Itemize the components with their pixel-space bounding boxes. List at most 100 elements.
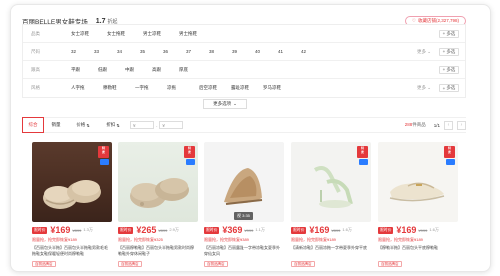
product-grid: 特卖 限时价 ¥169 ¥899 1.3万 限量抢，抢完即恢复¥189 【百丽包… <box>32 141 458 268</box>
shop-tag[interactable]: 百丽品牌店 <box>378 261 402 267</box>
sort-tab-price[interactable]: 价格 ⇅ <box>68 117 98 133</box>
filter-option[interactable]: 高跟 <box>152 67 179 73</box>
chevron-down-icon: ⌄ <box>427 85 431 90</box>
filter-option[interactable]: 低跟 <box>98 67 125 73</box>
sales-count: 1.3万 <box>83 227 93 232</box>
filter-row-style: 风格 人字拖 穆勒鞋 一字拖 凉拖 后空凉鞋 露趾凉鞋 罗马凉鞋 更多 ⌄ + 多… <box>23 79 465 97</box>
more-label: 更多 <box>416 48 426 54</box>
sort-tab-sales[interactable]: 销量 <box>44 117 68 133</box>
promo-badge: 特卖 <box>184 146 195 158</box>
filter-option[interactable]: 男士拖鞋 <box>179 31 215 37</box>
filter-row-size: 尺码 32 33 34 35 36 37 38 39 40 41 42 更多 ⌄… <box>23 43 465 61</box>
promo-text: 限量抢，抢完即恢复¥189 <box>32 237 77 242</box>
filter-option[interactable]: 42 <box>301 49 324 54</box>
shop-tag[interactable]: 百丽品牌店 <box>32 261 56 267</box>
filter-panel: 品类 女士凉鞋 女士拖鞋 男士凉鞋 男士拖鞋 + 多选 尺码 32 33 34 3… <box>22 24 466 98</box>
filter-option[interactable]: 男士凉鞋 <box>143 31 179 37</box>
product-image[interactable]: 特卖 <box>378 142 458 222</box>
price-row: 限时价 ¥169 ¥899 1.6万 <box>291 225 352 235</box>
sort-tab-default[interactable]: 综合 <box>22 117 44 133</box>
filter-option[interactable]: 32 <box>71 49 94 54</box>
shop-tag[interactable]: 百丽品牌店 <box>118 261 142 267</box>
product-image[interactable]: 视 3:35 <box>204 142 284 222</box>
next-page-button[interactable]: › <box>457 120 466 130</box>
result-count-suffix: 件商品 <box>412 122 426 127</box>
filter-option[interactable]: 39 <box>232 49 255 54</box>
filter-option[interactable]: 女士拖鞋 <box>107 31 143 37</box>
product-title[interactable]: 【清新凉鞋】百丽凉拖一字带夏季外穿平底 <box>291 245 369 258</box>
filter-option[interactable]: 41 <box>278 49 301 54</box>
product-card[interactable]: 视 3:35 限时价 ¥369 ¥999 1.1万 限量抢，抢完即恢复¥389 … <box>204 141 284 268</box>
sort-tab-discount-label: 折扣 <box>106 122 116 127</box>
multi-select-button[interactable]: + 多选 <box>439 29 459 38</box>
product-card[interactable]: 特卖 限时价 ¥169 ¥899 1.3万 限量抢，抢完即恢复¥189 【百丽包… <box>32 141 112 268</box>
original-price: ¥899 <box>331 227 341 233</box>
product-title[interactable]: 【百丽包头半拖】百丽包头半拖鞋男款毛毛拖鞋女鞋保暖轻便时尚穆勒鞋 <box>32 245 110 258</box>
product-card[interactable]: 特卖 限时价 ¥169 ¥999 1.6万 限量抢，抢完即恢复¥189 【穆勒半… <box>378 141 458 268</box>
plus-icon: + <box>442 49 446 54</box>
video-badge[interactable]: 视 3:35 <box>234 212 253 220</box>
filter-option[interactable]: 36 <box>163 49 186 54</box>
product-card[interactable]: 特卖 限时价 ¥265 ¥899 2.9万 限量抢，抢完即恢复¥325 【百丽穆… <box>118 141 198 268</box>
filter-option[interactable]: 37 <box>186 49 209 54</box>
multi-select-label: 多选 <box>446 30 456 36</box>
product-card[interactable]: 特卖 限时价 ¥169 ¥899 1.6万 限量抢，抢完即恢复¥189 【清新凉… <box>291 141 371 268</box>
price-tag: 限时价 <box>32 226 48 234</box>
filter-option[interactable]: 凉拖 <box>167 85 199 91</box>
filter-option[interactable]: 平跟 <box>71 67 98 73</box>
filter-option[interactable]: 34 <box>117 49 140 54</box>
filter-row-category: 品类 女士凉鞋 女士拖鞋 男士凉鞋 男士拖鞋 + 多选 <box>23 25 465 43</box>
price-row: 限时价 ¥369 ¥999 1.1万 <box>204 225 265 235</box>
price-tag: 限时价 <box>291 226 307 234</box>
product-image[interactable]: 特卖 <box>118 142 198 222</box>
sort-arrows-icon: ⇅ <box>86 122 90 128</box>
shop-tag[interactable]: 百丽品牌店 <box>291 261 315 267</box>
filter-option[interactable]: 罗马凉鞋 <box>263 85 295 91</box>
filter-option[interactable]: 女士凉鞋 <box>71 31 107 37</box>
product-title[interactable]: 【穆勒半拖】百丽包头平底穆勒鞋 <box>378 245 456 258</box>
original-price: ¥999 <box>244 227 254 233</box>
promo-text: 限量抢，抢完即恢复¥389 <box>204 237 249 242</box>
promo-badge: 特卖 <box>357 146 368 158</box>
prev-page-button[interactable]: ‹ <box>444 120 453 130</box>
filter-option[interactable]: 33 <box>94 49 117 54</box>
filter-option[interactable]: 露趾凉鞋 <box>231 85 263 91</box>
sales-count: 1.6万 <box>342 227 352 232</box>
product-image[interactable]: 特卖 <box>291 142 371 222</box>
product-image[interactable]: 特卖 <box>32 142 112 222</box>
filter-option[interactable]: 中跟 <box>125 67 152 73</box>
sales-count: 1.6万 <box>429 227 439 232</box>
price-tag: 限时价 <box>118 226 134 234</box>
filter-option[interactable]: 后空凉鞋 <box>199 85 231 91</box>
shop-tag[interactable]: 百丽品牌店 <box>204 261 228 267</box>
filter-option[interactable]: 穆勒鞋 <box>103 85 135 91</box>
more-options-button[interactable]: 更多选项 ⌄ <box>203 99 247 109</box>
chevron-down-icon: ⌄ <box>233 101 237 106</box>
more-options-link[interactable]: 更多 ⌄ <box>417 49 431 55</box>
price-range-dash: - <box>156 122 158 128</box>
filter-option[interactable]: 38 <box>209 49 232 54</box>
product-title[interactable]: 【百丽穆勒鞋】百丽包头半拖鞋男款时尚穆勒鞋外穿休闲鞋子 <box>118 245 196 258</box>
filter-option[interactable]: 40 <box>255 49 278 54</box>
sales-count: 2.9万 <box>169 227 179 232</box>
filter-option[interactable]: 厚底 <box>179 67 206 73</box>
multi-select-button[interactable]: + 多选 <box>439 84 459 92</box>
filter-row-heel: 跟高 平跟 低跟 中跟 高跟 厚底 + 多选 <box>23 61 465 79</box>
multi-select-button[interactable]: + 多选 <box>439 47 459 56</box>
sort-arrows-icon: ⇅ <box>116 122 120 128</box>
filter-option[interactable]: 人字拖 <box>71 85 103 91</box>
filter-option[interactable]: 35 <box>140 49 163 54</box>
brand-badge <box>186 159 195 165</box>
sort-tab-discount[interactable]: 折扣 ⇅ <box>98 117 128 133</box>
filter-label: 品类 <box>31 30 40 36</box>
filter-label: 风格 <box>31 85 40 90</box>
price-max-input[interactable]: ¥ <box>159 121 184 129</box>
page-indicator: 1/1 <box>433 122 440 128</box>
promo-text: 限量抢，抢完即恢复¥325 <box>118 237 163 242</box>
multi-select-label: 多选 <box>446 66 456 72</box>
product-title[interactable]: 【百丽凉鞋】百丽露趾一字带凉鞋女夏季外穿仙女风 <box>204 245 282 258</box>
filter-option[interactable]: 一字拖 <box>135 85 167 91</box>
more-options-link[interactable]: 更多 ⌄ <box>417 85 431 91</box>
multi-select-button[interactable]: + 多选 <box>439 65 459 74</box>
price-min-input[interactable]: ¥ <box>130 121 154 129</box>
